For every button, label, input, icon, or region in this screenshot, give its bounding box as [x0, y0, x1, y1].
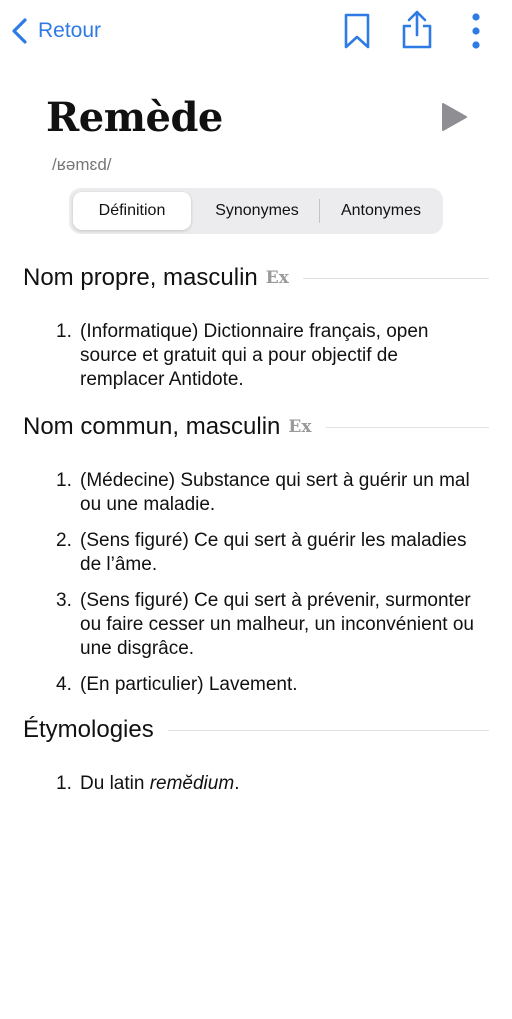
share-icon[interactable] — [400, 10, 434, 50]
definition-text: (En particulier) Lavement. — [80, 674, 298, 695]
more-vertical-icon[interactable] — [468, 12, 484, 50]
top-bar: Retour — [0, 0, 512, 64]
back-label: Retour — [38, 19, 102, 42]
chevron-left-icon — [12, 18, 27, 44]
list-item: 1. Du latin remĕdium. — [56, 773, 240, 794]
list-item: 2. (Sens figuré) Ce qui sert à guérir les… — [56, 530, 467, 575]
tab-segmented-control: Définition Synonymes Antonymes — [69, 188, 443, 234]
definition-text: (Sens figuré) Ce qui sert à prévenir, su… — [80, 590, 474, 659]
back-button[interactable]: Retour — [10, 14, 101, 48]
bookmark-icon[interactable] — [342, 12, 372, 50]
latin-word: remĕdium — [149, 773, 235, 794]
definition-text: (Médecine) Substance qui sert à guérir u… — [80, 470, 470, 515]
etymology-text: Du latin remĕdium. — [80, 773, 240, 794]
play-icon[interactable] — [440, 102, 468, 132]
section-title: Nom propre, masculin — [23, 264, 258, 291]
definition-list-nom-commun: 1. (Médecine) Substance qui sert à guérir… — [56, 469, 476, 709]
list-item: 4. (En particulier) Lavement. — [56, 674, 298, 695]
tab-definition[interactable]: Définition — [73, 192, 191, 230]
entry-word: Remède — [46, 94, 223, 141]
tab-divider — [319, 199, 320, 223]
definition-text: (Sens figuré) Ce qui sert à guérir les m… — [80, 530, 467, 575]
section-header-etymologies: Étymologies — [23, 716, 489, 744]
section-title: Étymologies — [23, 716, 154, 743]
divider — [325, 426, 489, 428]
definition-list-nom-propre: 1. (Informatique) Dictionnaire français, … — [56, 320, 476, 404]
tab-antonymes[interactable]: Antonymes — [321, 192, 441, 230]
divider — [302, 277, 489, 279]
list-item: 3. (Sens figuré) Ce qui sert à prévenir, … — [56, 590, 474, 659]
divider — [167, 729, 489, 731]
entry-phonetic: /ʁəmɛd/ — [52, 155, 112, 174]
examples-button[interactable]: Ex — [288, 417, 311, 437]
tab-synonymes[interactable]: Synonymes — [195, 192, 319, 230]
etymology-list: 1. Du latin remĕdium. — [56, 772, 476, 808]
section-title: Nom commun, masculin — [23, 413, 281, 440]
section-header-nom-commun: Nom commun, masculin Ex — [23, 413, 489, 441]
list-item: 1. (Médecine) Substance qui sert à guérir… — [56, 470, 470, 515]
definition-text: (Informatique) Dictionnaire français, op… — [80, 321, 429, 390]
section-header-nom-propre: Nom propre, masculin Ex — [23, 264, 489, 292]
examples-button[interactable]: Ex — [266, 268, 289, 288]
list-item: 1. (Informatique) Dictionnaire français, … — [56, 321, 429, 390]
